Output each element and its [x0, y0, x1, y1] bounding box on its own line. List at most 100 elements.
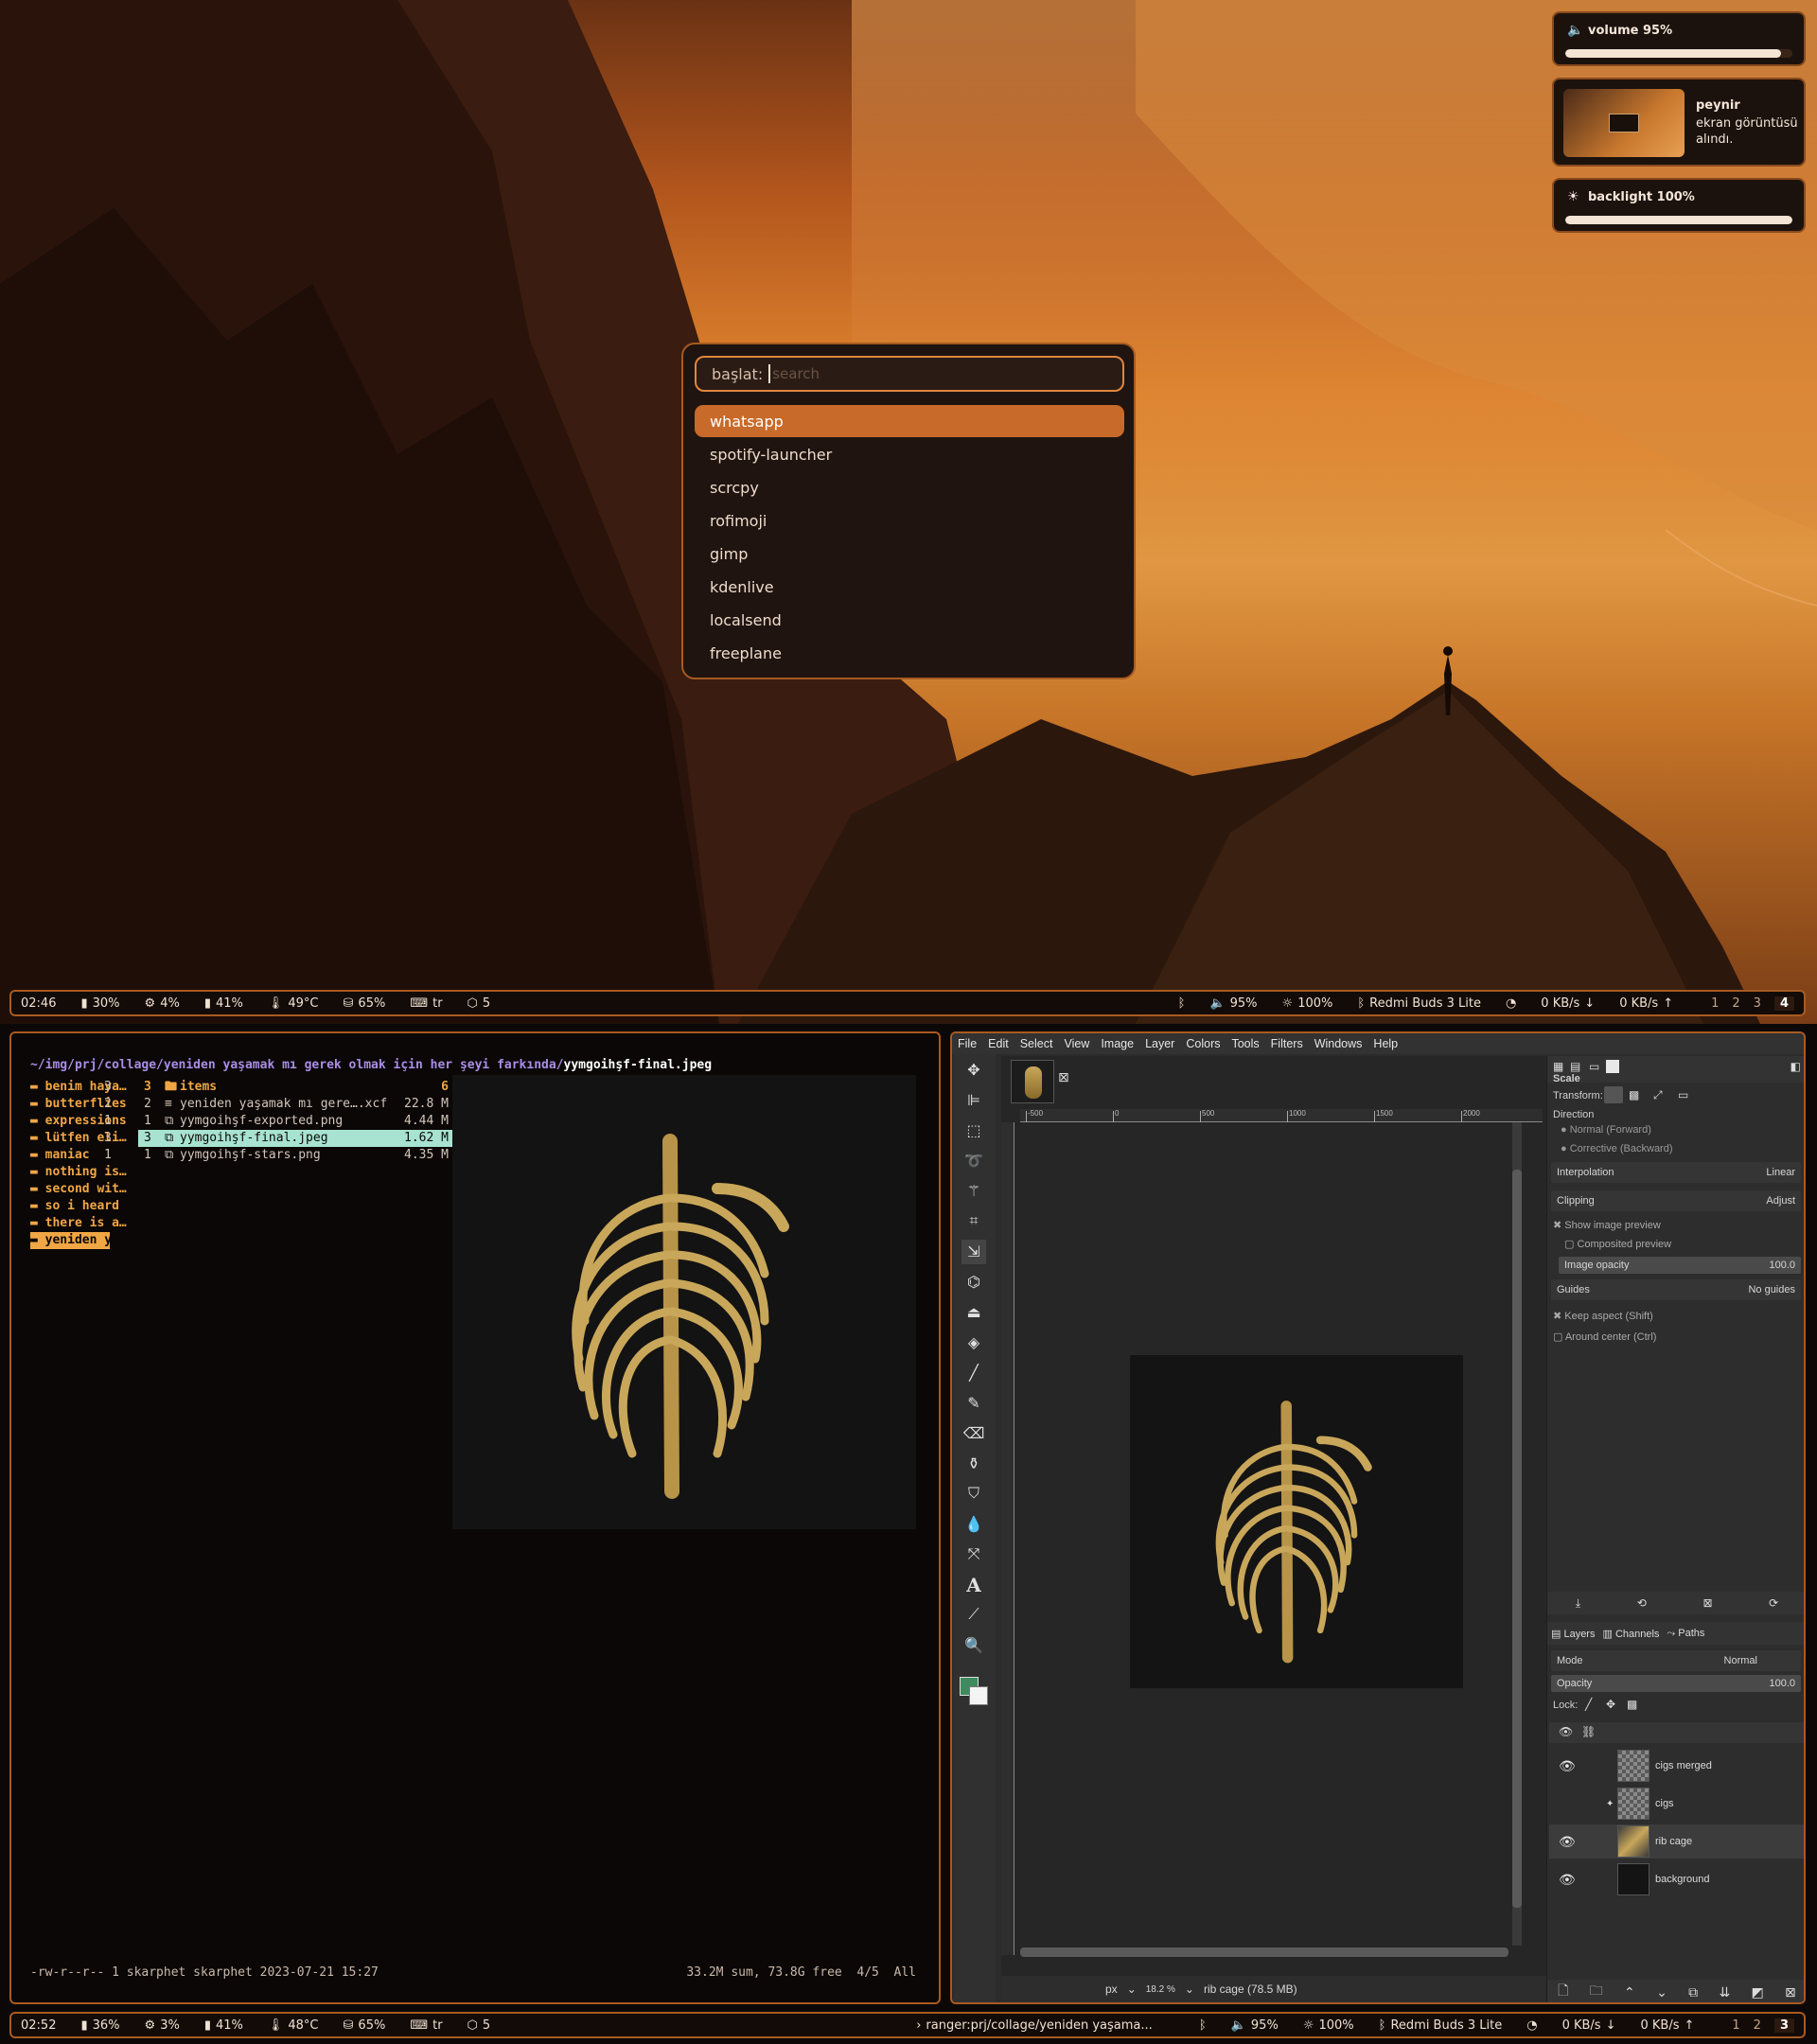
vertical-scrollbar[interactable]: [1512, 1122, 1522, 1946]
keep-aspect-checkbox[interactable]: ✖ Keep aspect (Shift): [1553, 1310, 1653, 1322]
workspace-1[interactable]: 1: [1711, 996, 1719, 1011]
lower-layer-icon[interactable]: ⌄: [1656, 1984, 1667, 2000]
parent-dir-item[interactable]: ▬ lütfen eli…: [30, 1130, 127, 1147]
layer-row[interactable]: 👁 rib cage: [1549, 1824, 1804, 1859]
transform-path-icon[interactable]: ⤢: [1653, 1088, 1663, 1102]
workspace-2[interactable]: 2: [1754, 2018, 1761, 2033]
menu-filters[interactable]: Filters: [1271, 1037, 1303, 1050]
new-group-icon[interactable]: 🗀: [1590, 1981, 1603, 2002]
new-layer-icon[interactable]: 🗋: [1558, 1981, 1568, 2002]
canvas-area[interactable]: ⊠ -500 0 500 1000 1500 2000: [1001, 1056, 1546, 2002]
menu-image[interactable]: Image: [1101, 1037, 1134, 1050]
file-entry[interactable]: 1 ⧉ yymgoihşf-stars.png 4.35 M: [138, 1147, 454, 1164]
wifi-icon[interactable]: ◔: [1526, 2018, 1537, 2033]
file-entry[interactable]: 3 ⧉ yymgoihşf-final.jpeg 1.62 M: [138, 1130, 454, 1147]
zoom-tool-icon[interactable]: 🔍: [961, 1633, 986, 1658]
launcher-item-scrcpy[interactable]: scrcpy: [695, 471, 1124, 503]
volume-module[interactable]: 🔈 95%: [1231, 2018, 1279, 2033]
bluetooth-icon[interactable]: ᛒ: [1178, 996, 1186, 1011]
rect-select-icon[interactable]: ⬚: [961, 1119, 986, 1143]
background-color[interactable]: [969, 1686, 988, 1705]
layer-row[interactable]: 👁 background: [1549, 1862, 1804, 1896]
lock-position-icon[interactable]: ✥: [1606, 1698, 1615, 1711]
menu-help[interactable]: Help: [1373, 1037, 1398, 1050]
parent-dir-item[interactable]: ▬ so i heard: [30, 1198, 119, 1215]
wifi-icon[interactable]: ◔: [1506, 996, 1516, 1011]
bluetooth-device-module[interactable]: ᛒ Redmi Buds 3 Lite: [1379, 2018, 1503, 2033]
launcher-item-kdenlive[interactable]: kdenlive: [695, 571, 1124, 603]
tab-paths[interactable]: ⤳ Paths: [1667, 1628, 1704, 1640]
parent-dir-item[interactable]: ▬ there is a…: [30, 1215, 127, 1232]
clone-icon[interactable]: ⚱: [961, 1452, 986, 1476]
bucket-fill-icon[interactable]: ◈: [961, 1330, 986, 1355]
undo-history-tab-icon[interactable]: ▭: [1589, 1060, 1599, 1073]
direction-corrective-radio[interactable]: ● Corrective (Backward): [1561, 1143, 1673, 1154]
menu-view[interactable]: View: [1064, 1037, 1089, 1050]
pencil-icon[interactable]: ✎: [961, 1391, 986, 1416]
color-picker-icon[interactable]: ⟋: [961, 1603, 986, 1628]
workspace-2[interactable]: 2: [1732, 996, 1739, 1011]
gimp-window[interactable]: File Edit Select View Image Layer Colors Tools F…: [950, 1031, 1806, 2004]
launcher-item-localsend[interactable]: localsend: [695, 604, 1124, 636]
transform-layer-icon[interactable]: [1604, 1086, 1623, 1103]
align-tool-icon[interactable]: ⊫: [961, 1088, 986, 1113]
close-tab-icon[interactable]: ⊠: [1058, 1069, 1069, 1085]
eye-icon[interactable]: 👁: [1559, 1872, 1576, 1888]
file-entry[interactable]: 1 ⧉ yymgoihşf-exported.png 4.44 M: [138, 1113, 454, 1130]
zoom-select[interactable]: 18.2 %: [1146, 1984, 1175, 1995]
file-entry[interactable]: 2 ≡ yeniden yaşamak mı gere….xcf 22.8 M: [138, 1096, 454, 1113]
transform-image-icon[interactable]: ▭: [1678, 1088, 1688, 1101]
brightness-module[interactable]: ☼ 100%: [1303, 2018, 1354, 2033]
workspace-1[interactable]: 1: [1732, 2018, 1739, 2033]
blur-icon[interactable]: 💧: [961, 1512, 986, 1537]
launcher-item-freeplane[interactable]: freeplane: [695, 637, 1124, 669]
merge-layer-icon[interactable]: ⇊: [1719, 1984, 1730, 2000]
parent-dir-item[interactable]: ▬ maniac: [30, 1147, 110, 1164]
composited-preview-checkbox[interactable]: ▢ Composited preview: [1564, 1238, 1671, 1250]
screenshot-notification[interactable]: peynir ekran görüntüsü alındı.: [1552, 78, 1806, 167]
parent-dir-item[interactable]: ▬ second wit…: [30, 1181, 127, 1198]
scale-tool-icon[interactable]: ⇲: [961, 1240, 986, 1264]
lasso-icon[interactable]: ➰: [961, 1149, 986, 1173]
paintbrush-icon[interactable]: ╱: [961, 1361, 986, 1385]
show-preview-checkbox[interactable]: ✖ Show image preview: [1553, 1219, 1661, 1231]
menu-windows[interactable]: Windows: [1314, 1037, 1363, 1050]
menu-colors[interactable]: Colors: [1186, 1037, 1220, 1050]
workspace-3[interactable]: 3: [1773, 2018, 1794, 2033]
bluetooth-icon[interactable]: ᛒ: [1199, 2018, 1207, 2033]
canvas-image[interactable]: [1130, 1355, 1463, 1688]
launcher-item-spotify-launcher[interactable]: spotify-launcher: [695, 438, 1124, 470]
launcher-search-input[interactable]: başlat: search: [695, 356, 1124, 392]
horizontal-scrollbar[interactable]: [1020, 1947, 1508, 1957]
save-options-icon[interactable]: ⤓: [1576, 1596, 1580, 1611]
menu-edit[interactable]: Edit: [988, 1037, 1009, 1050]
launcher-item-whatsapp[interactable]: whatsapp: [695, 405, 1124, 437]
parent-dir-item[interactable]: ▬ butterflies: [30, 1096, 127, 1113]
image-tab[interactable]: [1011, 1060, 1054, 1103]
path-tool-icon[interactable]: ⤧: [961, 1542, 986, 1567]
file-entry[interactable]: 3 🖿 items 6: [138, 1079, 454, 1096]
workspace-3[interactable]: 3: [1754, 996, 1761, 1011]
eraser-icon[interactable]: ⌫: [961, 1421, 986, 1446]
brightness-module[interactable]: ☼ 100%: [1282, 996, 1333, 1011]
volume-module[interactable]: 🔈 95%: [1209, 996, 1257, 1011]
menu-file[interactable]: File: [958, 1037, 977, 1050]
layer-row[interactable]: 👁 cigs merged: [1549, 1749, 1804, 1783]
clipping-select[interactable]: Clipping Adjust: [1551, 1190, 1801, 1211]
parent-dir-item[interactable]: ▬ expressions: [30, 1113, 127, 1130]
warp-tool-icon[interactable]: ⌬: [961, 1270, 986, 1295]
images-tab-icon[interactable]: [1606, 1060, 1619, 1073]
cage-tool-icon[interactable]: ⏏: [961, 1300, 986, 1325]
parent-dir-item[interactable]: ▬ benim haya…: [30, 1079, 127, 1096]
heal-icon[interactable]: ⛉: [961, 1482, 986, 1507]
direction-normal-radio[interactable]: ● Normal (Forward): [1561, 1124, 1651, 1136]
text-tool-icon[interactable]: A: [961, 1573, 986, 1597]
guides-select[interactable]: Guides No guides: [1551, 1279, 1801, 1300]
lock-pixels-icon[interactable]: ╱: [1585, 1698, 1592, 1711]
mode-select[interactable]: Mode Normal: [1551, 1650, 1801, 1671]
around-center-checkbox[interactable]: ▢ Around center (Ctrl): [1553, 1330, 1656, 1343]
layer-row[interactable]: ✦ cigs: [1549, 1787, 1804, 1821]
duplicate-layer-icon[interactable]: ⧉: [1688, 1984, 1698, 2000]
raise-layer-icon[interactable]: ⌃: [1624, 1984, 1635, 2000]
unit-select[interactable]: px: [1105, 1982, 1118, 1996]
